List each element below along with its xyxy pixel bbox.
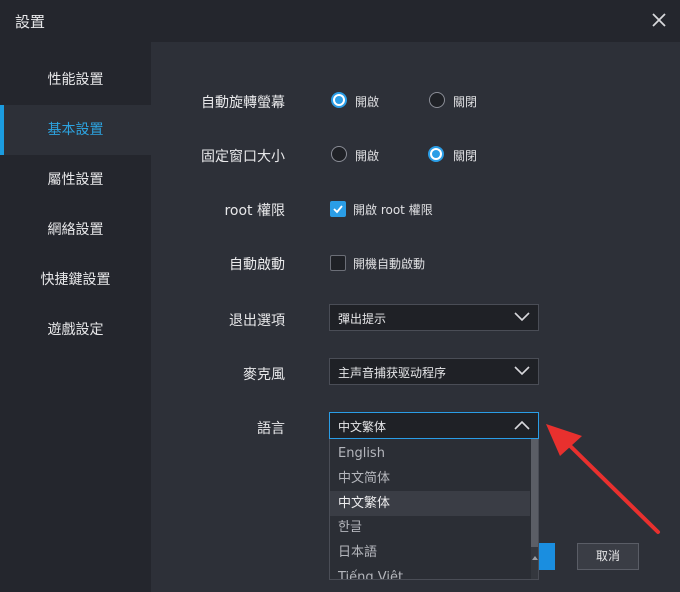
auto-rotate-label: 自動旋轉螢幕 bbox=[201, 95, 285, 111]
sidebar-item-basic[interactable]: 基本設置 bbox=[0, 105, 151, 155]
auto-rotate-on-radio[interactable] bbox=[331, 92, 347, 108]
microphone-select[interactable]: 主声音捕获驱动程序 bbox=[329, 358, 539, 385]
fixed-window-on-radio[interactable] bbox=[331, 146, 347, 162]
language-option[interactable]: 한글 bbox=[330, 515, 530, 540]
annotation-arrow-icon bbox=[546, 424, 660, 534]
sidebar-item-performance[interactable]: 性能設置 bbox=[0, 55, 151, 105]
fixed-window-off-radio[interactable] bbox=[428, 146, 444, 162]
title-bar: 設置 bbox=[0, 0, 680, 42]
scroll-up-icon[interactable] bbox=[532, 555, 538, 561]
auto-rotate-off-label: 關閉 bbox=[453, 95, 478, 109]
language-value: 中文繁体 bbox=[338, 420, 387, 434]
sidebar-item-network[interactable]: 網絡設置 bbox=[0, 205, 151, 255]
dropdown-scroll-thumb[interactable] bbox=[531, 439, 538, 547]
cancel-button[interactable]: 取消 bbox=[577, 543, 639, 570]
auto-rotate-off-radio[interactable] bbox=[429, 92, 445, 108]
language-option[interactable]: English bbox=[330, 441, 530, 466]
window-title: 設置 bbox=[15, 13, 46, 31]
exit-option-select[interactable]: 彈出提示 bbox=[329, 304, 539, 331]
exit-option-value: 彈出提示 bbox=[338, 312, 387, 326]
language-option[interactable]: 日本語 bbox=[330, 540, 530, 565]
fixed-window-label: 固定窗口大小 bbox=[201, 149, 285, 165]
language-label: 語言 bbox=[257, 421, 285, 437]
sidebar-item-game[interactable]: 遊戲設定 bbox=[0, 305, 151, 355]
root-option-label: 開啟 root 權限 bbox=[353, 203, 433, 217]
language-option[interactable]: 中文简体 bbox=[330, 466, 530, 491]
microphone-label: 麥克風 bbox=[243, 367, 285, 383]
language-option-selected[interactable]: 中文繁体 bbox=[330, 491, 530, 516]
language-select[interactable]: 中文繁体 bbox=[329, 412, 539, 439]
exit-option-label: 退出選項 bbox=[229, 313, 285, 329]
root-checkbox[interactable] bbox=[330, 201, 346, 217]
language-option[interactable]: Tiếng Việt bbox=[330, 565, 530, 579]
sidebar: 性能設置 基本設置 屬性設置 網絡設置 快捷鍵設置 遊戲設定 bbox=[0, 42, 151, 592]
auto-rotate-on-label: 開啟 bbox=[355, 95, 380, 109]
language-dropdown: English 中文简体 中文繁体 한글 日本語 Tiếng Việt bbox=[329, 439, 539, 580]
close-icon[interactable] bbox=[648, 9, 670, 31]
sidebar-item-shortcuts[interactable]: 快捷鍵設置 bbox=[0, 255, 151, 305]
sidebar-item-properties[interactable]: 屬性設置 bbox=[0, 155, 151, 205]
autostart-checkbox[interactable] bbox=[330, 255, 346, 271]
chevron-down-icon bbox=[514, 312, 530, 322]
fixed-window-off-label: 關閉 bbox=[453, 149, 478, 163]
autostart-label: 自動啟動 bbox=[229, 257, 285, 273]
fixed-window-on-label: 開啟 bbox=[355, 149, 380, 163]
confirm-button[interactable] bbox=[539, 543, 555, 570]
checkmark-icon bbox=[333, 205, 343, 214]
root-label: root 權限 bbox=[224, 203, 285, 219]
chevron-down-icon bbox=[514, 366, 530, 376]
autostart-option-label: 開機自動啟動 bbox=[353, 257, 426, 271]
chevron-up-icon bbox=[514, 420, 530, 430]
microphone-value: 主声音捕获驱动程序 bbox=[338, 366, 447, 380]
